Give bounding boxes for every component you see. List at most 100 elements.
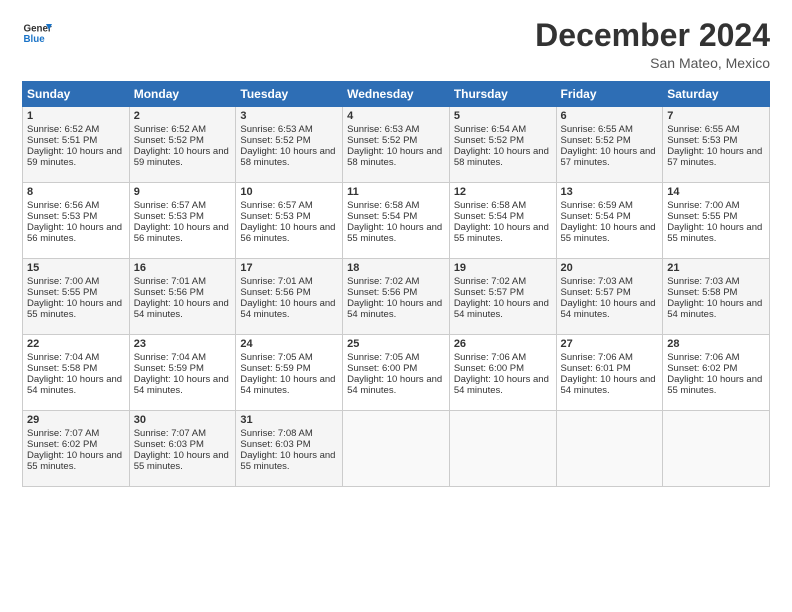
cell-3-4: 18Sunrise: 7:02 AMSunset: 5:56 PMDayligh…	[343, 259, 450, 335]
header-row: Sunday Monday Tuesday Wednesday Thursday…	[23, 82, 770, 107]
daylight-text: Daylight: 10 hours and 54 minutes.	[27, 374, 122, 396]
sunrise-text: Sunrise: 6:52 AM	[134, 124, 206, 135]
cell-1-5: 5Sunrise: 6:54 AMSunset: 5:52 PMDaylight…	[449, 107, 556, 183]
sunset-text: Sunset: 6:00 PM	[454, 363, 524, 374]
sunset-text: Sunset: 5:54 PM	[561, 211, 631, 222]
sunrise-text: Sunrise: 7:01 AM	[134, 276, 206, 287]
sunrise-text: Sunrise: 6:55 AM	[667, 124, 739, 135]
sunrise-text: Sunrise: 7:06 AM	[454, 352, 526, 363]
cell-2-1: 8Sunrise: 6:56 AMSunset: 5:53 PMDaylight…	[23, 183, 130, 259]
day-number: 23	[134, 338, 232, 350]
day-number: 16	[134, 262, 232, 274]
sunset-text: Sunset: 5:58 PM	[27, 363, 97, 374]
header-friday: Friday	[556, 82, 663, 107]
day-number: 15	[27, 262, 125, 274]
sunrise-text: Sunrise: 6:57 AM	[240, 200, 312, 211]
day-number: 27	[561, 338, 659, 350]
daylight-text: Daylight: 10 hours and 58 minutes.	[347, 146, 442, 168]
sunset-text: Sunset: 5:55 PM	[27, 287, 97, 298]
sunrise-text: Sunrise: 6:58 AM	[454, 200, 526, 211]
cell-1-2: 2 Sunrise: 6:52 AMSunset: 5:52 PMDaylight…	[129, 107, 236, 183]
sunset-text: Sunset: 6:01 PM	[561, 363, 631, 374]
cell-4-4: 25Sunrise: 7:05 AMSunset: 6:00 PMDayligh…	[343, 335, 450, 411]
cell-4-3: 24Sunrise: 7:05 AMSunset: 5:59 PMDayligh…	[236, 335, 343, 411]
cell-5-5	[449, 411, 556, 487]
sunset-text: Sunset: 5:54 PM	[454, 211, 524, 222]
daylight-text: Daylight: 10 hours and 54 minutes.	[347, 374, 442, 396]
daylight-text: Daylight: 10 hours and 54 minutes.	[667, 298, 762, 320]
day-number: 26	[454, 338, 552, 350]
cell-5-1: 29Sunrise: 7:07 AMSunset: 6:02 PMDayligh…	[23, 411, 130, 487]
logo: General Blue	[22, 18, 52, 48]
sunrise-text: Sunrise: 7:00 AM	[667, 200, 739, 211]
header-tuesday: Tuesday	[236, 82, 343, 107]
cell-4-2: 23Sunrise: 7:04 AMSunset: 5:59 PMDayligh…	[129, 335, 236, 411]
sunset-text: Sunset: 5:52 PM	[347, 135, 417, 146]
day-number: 22	[27, 338, 125, 350]
sunset-text: Sunset: 5:52 PM	[454, 135, 524, 146]
sunset-text: Sunset: 5:58 PM	[667, 287, 737, 298]
sunrise-text: Sunrise: 7:02 AM	[454, 276, 526, 287]
sunrise-text: Sunrise: 6:54 AM	[454, 124, 526, 135]
cell-4-5: 26 Sunrise: 7:06 AMSunset: 6:00 PMDayligh…	[449, 335, 556, 411]
day-number: 10	[240, 186, 338, 198]
title-area: December 2024 San Mateo, Mexico	[535, 18, 770, 71]
daylight-text: Daylight: 10 hours and 55 minutes.	[347, 222, 442, 244]
cell-4-1: 22Sunrise: 7:04 AMSunset: 5:58 PMDayligh…	[23, 335, 130, 411]
daylight-text: Daylight: 10 hours and 56 minutes.	[240, 222, 335, 244]
daylight-text: Daylight: 10 hours and 54 minutes.	[454, 374, 549, 396]
day-number: 29	[27, 414, 125, 426]
day-number: 6	[561, 110, 659, 122]
cell-2-2: 9Sunrise: 6:57 AMSunset: 5:53 PMDaylight…	[129, 183, 236, 259]
sunset-text: Sunset: 5:57 PM	[561, 287, 631, 298]
sunrise-text: Sunrise: 6:53 AM	[347, 124, 419, 135]
sunrise-text: Sunrise: 7:05 AM	[240, 352, 312, 363]
day-number: 7	[667, 110, 765, 122]
sunset-text: Sunset: 5:59 PM	[134, 363, 204, 374]
day-number: 8	[27, 186, 125, 198]
location: San Mateo, Mexico	[535, 55, 770, 71]
day-number: 19	[454, 262, 552, 274]
daylight-text: Daylight: 10 hours and 59 minutes.	[27, 146, 122, 168]
sunset-text: Sunset: 5:52 PM	[561, 135, 631, 146]
sunset-text: Sunset: 5:52 PM	[240, 135, 310, 146]
cell-3-6: 20Sunrise: 7:03 AMSunset: 5:57 PMDayligh…	[556, 259, 663, 335]
header-sunday: Sunday	[23, 82, 130, 107]
day-number: 18	[347, 262, 445, 274]
day-number: 1	[27, 110, 125, 122]
week-row-4: 22Sunrise: 7:04 AMSunset: 5:58 PMDayligh…	[23, 335, 770, 411]
sunset-text: Sunset: 5:57 PM	[454, 287, 524, 298]
sunrise-text: Sunrise: 7:03 AM	[561, 276, 633, 287]
cell-3-3: 17Sunrise: 7:01 AMSunset: 5:56 PMDayligh…	[236, 259, 343, 335]
header-saturday: Saturday	[663, 82, 770, 107]
calendar-table: Sunday Monday Tuesday Wednesday Thursday…	[22, 81, 770, 487]
day-number: 31	[240, 414, 338, 426]
daylight-text: Daylight: 10 hours and 59 minutes.	[134, 146, 229, 168]
daylight-text: Daylight: 10 hours and 55 minutes.	[240, 450, 335, 472]
day-number: 5	[454, 110, 552, 122]
sunrise-text: Sunrise: 6:59 AM	[561, 200, 633, 211]
header-thursday: Thursday	[449, 82, 556, 107]
svg-text:Blue: Blue	[24, 34, 46, 45]
month-title: December 2024	[535, 18, 770, 53]
cell-5-6	[556, 411, 663, 487]
cell-2-7: 14Sunrise: 7:00 AMSunset: 5:55 PMDayligh…	[663, 183, 770, 259]
cell-3-5: 19Sunrise: 7:02 AMSunset: 5:57 PMDayligh…	[449, 259, 556, 335]
cell-5-7	[663, 411, 770, 487]
sunset-text: Sunset: 5:53 PM	[27, 211, 97, 222]
sunset-text: Sunset: 5:52 PM	[134, 135, 204, 146]
sunrise-text: Sunrise: 7:06 AM	[667, 352, 739, 363]
sunrise-text: Sunrise: 7:04 AM	[134, 352, 206, 363]
day-number: 13	[561, 186, 659, 198]
daylight-text: Daylight: 10 hours and 55 minutes.	[27, 298, 122, 320]
daylight-text: Daylight: 10 hours and 55 minutes.	[454, 222, 549, 244]
day-number: 3	[240, 110, 338, 122]
sunrise-text: Sunrise: 7:06 AM	[561, 352, 633, 363]
day-number: 17	[240, 262, 338, 274]
cell-1-1: 1Sunrise: 6:52 AMSunset: 5:51 PMDaylight…	[23, 107, 130, 183]
cell-5-4	[343, 411, 450, 487]
week-row-3: 15Sunrise: 7:00 AMSunset: 5:55 PMDayligh…	[23, 259, 770, 335]
day-number: 2	[134, 110, 232, 122]
day-number: 9	[134, 186, 232, 198]
cell-3-2: 16Sunrise: 7:01 AMSunset: 5:56 PMDayligh…	[129, 259, 236, 335]
